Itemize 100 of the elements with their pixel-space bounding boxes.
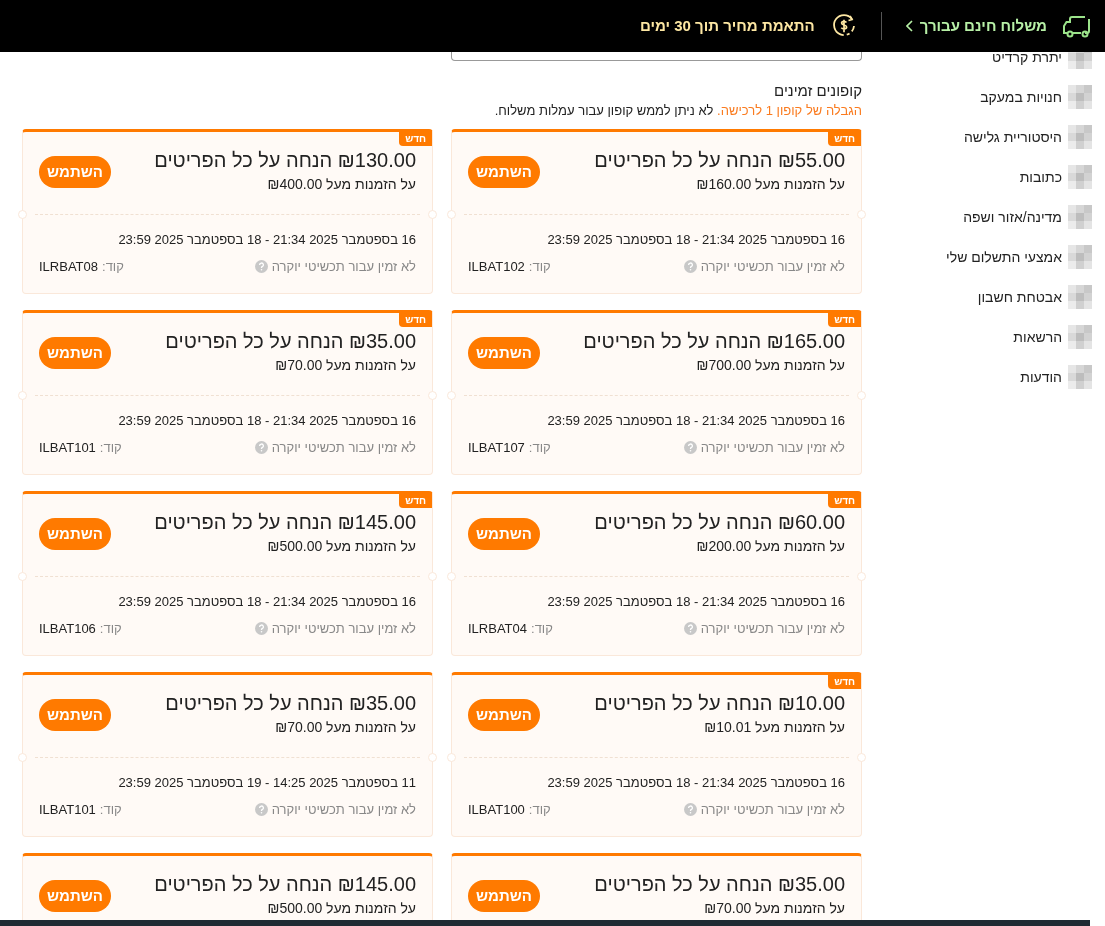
sidebar-item[interactable]: כתובות [862,157,1092,197]
restriction-note: לא זמין עבור תכשיטי יוקרה [700,258,845,276]
help-icon[interactable] [254,260,268,274]
restriction-note: לא זמין עבור תכשיטי יוקרה [700,620,845,638]
coupon-condition: על הזמנות מעל ₪200.00 [695,539,845,554]
validity-dates: 16 בספטמבר 2025 21:34 - 18 בספטמבר 2025 23:59 [546,775,845,791]
coupon-condition: על הזמנות מעל ₪70.00 [274,358,416,373]
restriction-note: לא זמין עבור תכשיטי יוקרה [700,801,845,819]
coupon-condition: על הזמנות מעל ₪500.00 [266,901,416,916]
blurred-icon [1068,325,1092,349]
validity-dates: 16 בספטמבר 2025 21:34 - 18 בספטמבר 2025 23:59 [546,232,845,248]
sidebar-item[interactable]: הרשאות [862,317,1092,357]
code-label: קוד: [99,801,122,819]
coupon-code: ILRBAT04 [468,620,527,638]
use-button[interactable]: השתמש [39,699,111,731]
validity-dates: 16 בספטמבר 2025 21:34 - 18 בספטמבר 2025 23:59 [546,413,845,429]
new-badge: חדש [399,494,432,508]
coupon-title: ₪130.00 הנחה על כל הפריטים [154,148,416,173]
sidebar-item[interactable]: הודעות [862,357,1092,397]
restriction-note: לא זמין עבור תכשיטי יוקרה [700,439,845,457]
restriction-note: לא זמין עבור תכשיטי יוקרה [271,801,416,819]
horizontal-scrollbar[interactable] [0,920,1090,926]
new-badge: חדש [828,675,861,689]
validity-dates: 11 בספטמבר 2025 14:25 - 19 בספטמבר 2025 23:59 [117,775,416,791]
coupon-code: ILBAT101 [39,801,96,819]
sidebar-item[interactable]: אבטחת חשבון [862,277,1092,317]
price-cycle-icon [830,13,857,39]
help-icon[interactable] [254,622,268,636]
coupon-title: ₪165.00 הנחה על כל הפריטים [583,329,845,354]
coupon-condition: על הזמנות מעל ₪10.01 [703,720,845,735]
blurred-icon [1068,52,1092,69]
code-label: קוד: [528,258,551,276]
coupon-condition: על הזמנות מעל ₪70.00 [703,901,845,916]
coupon-code: ILRBAT08 [39,258,98,276]
validity-dates: 16 בספטמבר 2025 21:34 - 18 בספטמבר 2025 23:59 [117,594,416,610]
new-badge: חדש [399,313,432,327]
blurred-icon [1068,125,1092,149]
code-label: קוד: [99,620,122,638]
new-badge: חדש [828,313,861,327]
restriction-note: לא זמין עבור תכשיטי יוקרה [271,258,416,276]
restriction-note: לא זמין עבור תכשיטי יוקרה [271,620,416,638]
limit-notice: הגבלה של קופון 1 לרכישה. [717,103,862,118]
new-badge: חדש [828,494,861,508]
coupon-code: ILBAT102 [468,258,525,276]
code-label: קוד: [528,801,551,819]
blurred-icon [1068,245,1092,269]
use-button[interactable]: השתמש [468,518,540,550]
sidebar-item[interactable]: יתרת קרדיט [862,52,1092,77]
use-button[interactable]: השתמש [468,337,540,369]
coupon-code: ILBAT106 [39,620,96,638]
use-button[interactable]: השתמש [39,518,111,550]
use-button[interactable]: השתמש [39,156,111,188]
coupon-code: ILBAT101 [39,439,96,457]
use-button[interactable]: השתמש [39,880,111,912]
section-title: קופונים זמינים [773,82,862,100]
coupon-title: ₪35.00 הנחה על כל הפריטים [594,872,845,897]
coupon-title: ₪55.00 הנחה על כל הפריטים [594,148,845,173]
coupon-title: ₪145.00 הנחה על כל הפריטים [154,872,416,897]
chevron-icon[interactable] [905,20,914,32]
validity-dates: 16 בספטמבר 2025 21:34 - 18 בספטמבר 2025 23:59 [117,232,416,248]
coupon-code: ILBAT100 [468,801,525,819]
coupon-title: ₪35.00 הנחה על כל הפריטים [165,691,416,716]
validity-dates: 16 בספטמבר 2025 21:34 - 18 בספטמבר 2025 23:59 [117,413,416,429]
price-match-text: התאמת מחיר תוך 30 ימים [639,15,815,36]
sidebar-item[interactable]: חנויות במעקב [862,77,1092,117]
help-icon[interactable] [683,803,697,817]
new-badge: חדש [828,132,861,146]
code-label: קוד: [528,439,551,457]
coupon-title: ₪60.00 הנחה על כל הפריטים [594,510,845,535]
use-button[interactable]: השתמש [468,699,540,731]
coupon-title: ₪10.00 הנחה על כל הפריטים [594,691,845,716]
help-icon[interactable] [683,622,697,636]
coupon-title: ₪145.00 הנחה על כל הפריטים [154,510,416,535]
use-button[interactable]: השתמש [39,337,111,369]
new-badge: חדש [399,132,432,146]
sidebar-item[interactable]: היסטוריית גלישה [862,117,1092,157]
help-icon[interactable] [254,441,268,455]
blurred-icon [1068,85,1092,109]
blurred-icon [1068,165,1092,189]
code-label: קוד: [531,620,553,638]
sidebar-item[interactable]: מדינה/אזור ושפה [862,197,1092,237]
search-field[interactable] [451,52,862,61]
help-icon[interactable] [683,441,697,455]
use-button[interactable]: השתמש [468,880,540,912]
restriction-note: לא זמין עבור תכשיטי יוקרה [271,439,416,457]
validity-dates: 16 בספטמבר 2025 21:34 - 18 בספטמבר 2025 23:59 [546,594,845,610]
free-shipping-text: משלוח חינם עבורך [919,15,1047,36]
use-button[interactable]: השתמש [468,156,540,188]
coupon-condition: על הזמנות מעל ₪70.00 [274,720,416,735]
sidebar-item[interactable]: אמצעי התשלום שלי [862,237,1092,277]
help-icon[interactable] [683,260,697,274]
coupon-condition: על הזמנות מעל ₪400.00 [266,177,416,192]
help-icon[interactable] [254,803,268,817]
fees-notice: לא ניתן לממש קופון עבור עמלות משלוח. [494,103,714,118]
code-label: קוד: [102,258,124,276]
truck-icon [1063,13,1093,39]
coupon-condition: על הזמנות מעל ₪160.00 [695,177,845,192]
code-label: קוד: [99,439,122,457]
blurred-icon [1068,285,1092,309]
blurred-icon [1068,205,1092,229]
